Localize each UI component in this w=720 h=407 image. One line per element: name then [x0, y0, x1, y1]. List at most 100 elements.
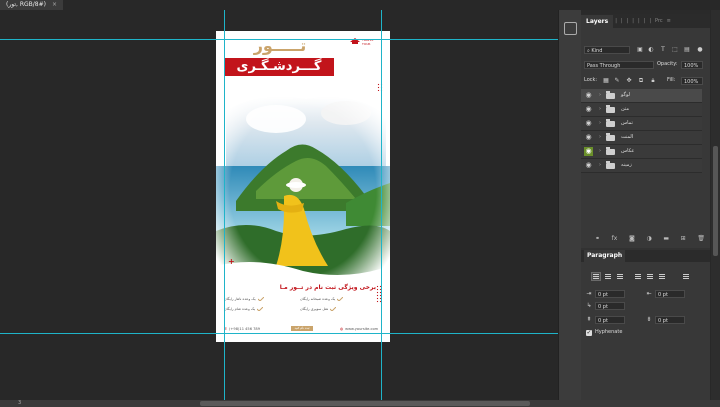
filter-type-icon[interactable]: T	[660, 47, 666, 53]
hyphenate-checkbox[interactable]: ✓	[586, 330, 592, 336]
align-left-button[interactable]	[591, 272, 601, 281]
trash-icon[interactable]: 🗑︎	[697, 235, 705, 243]
chevron-right-icon[interactable]: ›	[599, 105, 601, 114]
chevron-right-icon[interactable]: ›	[599, 91, 601, 100]
lock-transparent-icon[interactable]: ▦	[603, 78, 609, 84]
justify-all-button[interactable]	[681, 272, 691, 281]
plus-decor: +	[228, 257, 235, 266]
justify-left-button[interactable]	[633, 272, 643, 281]
folder-icon	[606, 133, 615, 141]
eye-icon[interactable]: ◉	[584, 133, 593, 142]
align-center-button[interactable]	[603, 272, 613, 281]
document-tab[interactable]: (تور, RGB/8#) ×	[0, 0, 64, 10]
collapsed-panel-strip	[558, 10, 581, 400]
website-text: www.yoursite.com	[345, 327, 379, 331]
layer-name: زمینه	[621, 162, 632, 168]
lock-position-icon[interactable]: ✥	[626, 78, 632, 84]
hyphenate-label: Hyphenate	[595, 329, 623, 335]
guide-vertical-right[interactable]	[381, 10, 382, 400]
close-tab-icon[interactable]: ×	[52, 0, 57, 10]
opacity-label: Opacity:	[657, 61, 678, 67]
lock-artboard-icon[interactable]: ⧉	[638, 78, 644, 84]
align-right-button[interactable]	[615, 272, 625, 281]
panel-menu-icon[interactable]: ≡	[665, 15, 673, 28]
folder-icon	[606, 119, 615, 127]
website-row: ◍ www.yoursite.com	[340, 327, 378, 331]
guide-horizontal-top[interactable]	[0, 39, 558, 40]
chevron-right-icon[interactable]: ›	[599, 161, 601, 170]
filter-adjustment-icon[interactable]: ◐	[648, 47, 654, 53]
island-photo	[216, 91, 390, 291]
phone-text: (+98)11 456 789	[229, 327, 260, 331]
panel-scrollbar[interactable]	[711, 10, 720, 400]
features-heading: برخی ویژگی ثبت نام در تــور مـا	[279, 284, 376, 291]
layer-row[interactable]: ◉ › المنت	[581, 131, 702, 145]
add-mask-icon[interactable]: ◙	[629, 235, 635, 243]
layer-row[interactable]: ◉ › متن	[581, 103, 702, 117]
eye-icon[interactable]: ◉	[584, 105, 593, 114]
indent-right-icon: ⇤	[646, 290, 652, 297]
indent-left-input[interactable]: 0 pt	[595, 290, 625, 298]
document-tab-title: (تور, RGB/8#)	[6, 1, 46, 8]
folder-icon	[606, 161, 615, 169]
lock-brush-icon[interactable]: ✎	[614, 78, 620, 84]
paragraph-panel-tab: Paragraph	[581, 250, 710, 262]
3d-cube-icon[interactable]	[564, 22, 577, 35]
justify-center-button[interactable]	[645, 272, 655, 281]
chevron-right-icon[interactable]: ›	[599, 147, 601, 156]
indent-right-input[interactable]: 0 pt	[655, 290, 685, 298]
fx-icon[interactable]: fx	[612, 235, 618, 243]
panel-scroll-thumb[interactable]	[713, 146, 718, 256]
lock-all-icon[interactable]: 🔒︎	[650, 78, 656, 84]
document-canvas[interactable]: تـــــور گـــردشـگـری TRAVEL TOUR + برخی…	[216, 31, 390, 342]
filter-pixel-icon[interactable]: ▣	[637, 47, 643, 53]
eye-icon[interactable]: ◉	[584, 147, 593, 156]
tab-paragraph[interactable]: Paragraph	[584, 250, 626, 262]
tab-properties[interactable]: Prc	[653, 15, 665, 28]
folder-icon	[606, 91, 615, 99]
folder-icon	[606, 105, 615, 113]
tab-layers[interactable]: Layers	[581, 15, 614, 28]
fill-input[interactable]: 100%	[681, 77, 703, 85]
guide-horizontal-bottom[interactable]	[0, 333, 558, 334]
justify-right-button[interactable]	[657, 272, 667, 281]
indent-first-line-input[interactable]: 0 pt	[595, 302, 625, 310]
filter-shape-icon[interactable]: ⬚	[672, 47, 678, 53]
layer-row[interactable]: ◉ › تماس	[581, 117, 702, 131]
page-indicator: 3	[18, 400, 22, 406]
check-icon	[257, 297, 264, 301]
link-layers-icon[interactable]: ⚭	[595, 235, 600, 243]
filter-smart-object-icon[interactable]: ▤	[684, 47, 690, 53]
chevron-right-icon[interactable]: ›	[599, 119, 601, 128]
check-icon	[257, 307, 264, 311]
scroll-thumb[interactable]	[200, 401, 530, 406]
fill-label: Fill:	[667, 77, 676, 83]
layer-row[interactable]: ◉ › عکاس	[581, 145, 702, 159]
adjustment-layer-icon[interactable]: ◑	[646, 235, 651, 243]
blend-mode-select[interactable]: Pass Through	[584, 61, 654, 69]
filter-toggle-icon[interactable]: ●	[697, 47, 703, 53]
new-group-icon[interactable]: ▬	[663, 235, 669, 243]
feature-item: یک وعده شام رایگان	[224, 307, 264, 311]
space-before-input[interactable]: 0 pt	[595, 316, 625, 324]
chevron-right-icon[interactable]: ›	[599, 133, 601, 142]
eye-icon[interactable]: ◉	[584, 91, 593, 100]
horizontal-scrollbar[interactable]: 3	[0, 400, 720, 407]
layer-row[interactable]: ◉ › لوگو	[581, 89, 702, 103]
check-icon	[330, 307, 337, 311]
opacity-input[interactable]: 100%	[681, 61, 703, 69]
layers-panel: ⌕ Kind ▣ ◐ T ⬚ ▤ ● Pass Through Opacity:…	[581, 28, 710, 248]
eye-icon[interactable]: ◉	[584, 161, 593, 170]
guide-vertical-left[interactable]	[224, 10, 225, 400]
phone-row: ✆ (+98)11 456 789	[224, 327, 260, 331]
space-before-icon: ⇞	[586, 316, 592, 323]
feature-item: یک وعده صبحانه رایگان	[300, 297, 344, 301]
layer-row[interactable]: ◉ › زمینه	[581, 159, 702, 173]
layers-panel-tabs: Layers | | | | | | | Prc ≡	[581, 14, 710, 28]
filter-kind-select[interactable]: ⌕ Kind	[584, 46, 630, 54]
new-layer-icon[interactable]: ⊞	[681, 235, 686, 243]
eye-icon[interactable]: ◉	[584, 119, 593, 128]
right-panel-dock: Layers | | | | | | | Prc ≡ ⌕ Kind ▣ ◐ T …	[581, 10, 710, 400]
space-after-input[interactable]: 0 pt	[655, 316, 685, 324]
indent-left-icon: ⇥	[586, 290, 592, 297]
